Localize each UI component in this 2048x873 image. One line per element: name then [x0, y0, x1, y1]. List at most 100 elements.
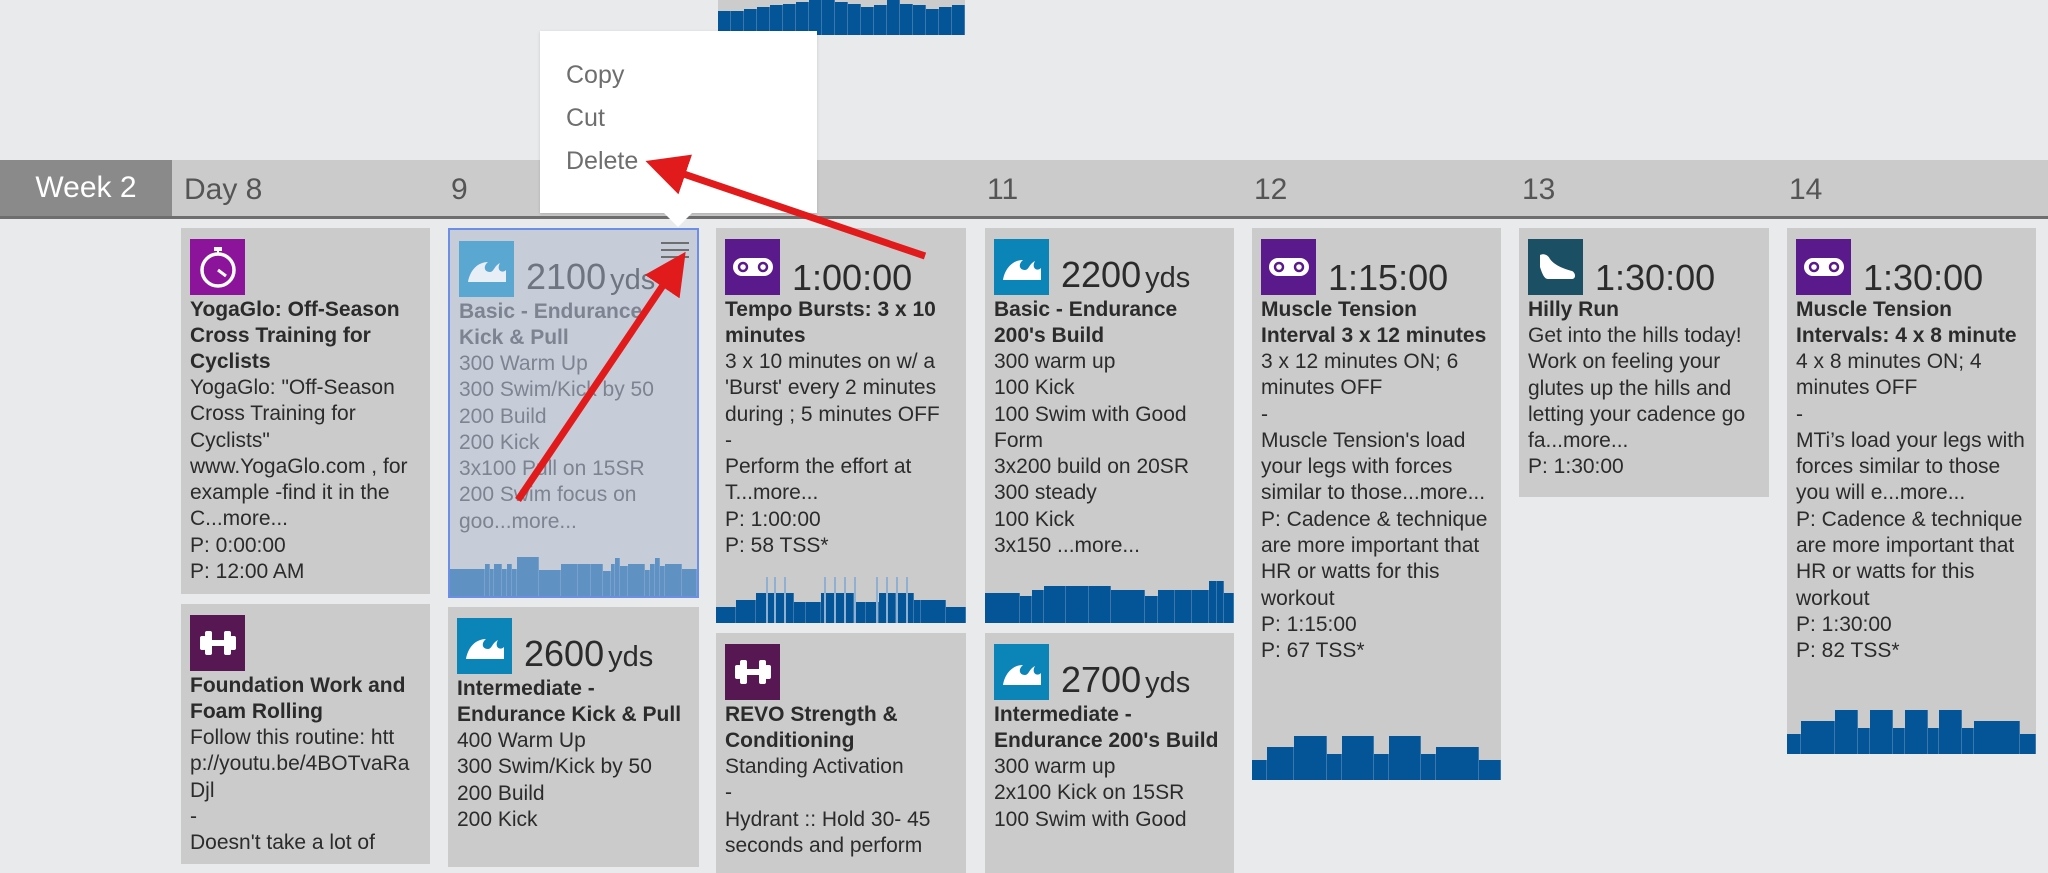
running-shoe-icon	[1528, 239, 1583, 295]
intensity-bar	[450, 568, 485, 596]
workout-card[interactable]: 2200 yds Basic - Endurance 200's Build 30…	[985, 228, 1234, 623]
workout-title: Foundation Work and Foam Rolling	[190, 674, 406, 723]
intensity-bar	[809, 0, 822, 35]
workout-card[interactable]: 1:00:00 Tempo Bursts: 3 x 10 minutes 3 x…	[716, 228, 966, 623]
intensity-bar	[1216, 580, 1225, 623]
day-label-11: 11	[987, 173, 1019, 206]
intensity-bar	[1110, 589, 1146, 623]
workout-description: 4 x 8 minutes ON; 4 minutes OFF - MTi’s …	[1796, 350, 2025, 505]
intensity-bar	[1031, 589, 1045, 623]
intensity-bar	[1904, 710, 1928, 754]
workout-duration: 1:30:00	[1863, 257, 1984, 298]
dumbbell-icon	[190, 615, 245, 671]
intensity-bar	[874, 5, 887, 35]
intensity-bar	[913, 600, 921, 623]
intensity-bar	[1388, 736, 1422, 780]
workout-description: Standing Activation - Hydrant :: Hold 30…	[725, 755, 931, 857]
burst-spike	[833, 577, 836, 623]
workout-intensity-chart	[1787, 710, 2036, 754]
menu-item-delete[interactable]: Delete	[566, 147, 638, 176]
workout-description: Get into the hills today! Work on feelin…	[1528, 324, 1746, 453]
stopwatch-icon	[190, 239, 245, 295]
intensity-bar	[1858, 727, 1870, 754]
intensity-bar	[1192, 589, 1210, 623]
workout-menu-button[interactable]	[661, 242, 689, 260]
bike-chain-icon	[1796, 239, 1851, 295]
intensity-bar	[1088, 586, 1111, 623]
intensity-bar	[985, 593, 1020, 623]
intensity-bar	[793, 602, 806, 623]
intensity-bar	[578, 564, 591, 596]
workout-distance: 2100 yds	[526, 256, 656, 297]
intensity-bar	[627, 564, 646, 596]
workout-card[interactable]: 1:30:00 Hilly Run Get into the hills tod…	[1519, 228, 1769, 497]
intensity-bar	[896, 593, 914, 623]
intensity-bar	[603, 571, 611, 596]
intensity-bar	[1973, 721, 2020, 754]
intensity-bar	[1224, 593, 1234, 623]
day-label-14: 14	[1789, 173, 1823, 206]
menu-item-copy[interactable]: Copy	[566, 61, 624, 90]
day-label-8: Day 8	[184, 173, 263, 206]
intensity-bar	[1044, 586, 1067, 623]
intensity-bar	[1787, 734, 1801, 754]
workout-intensity-chart	[1252, 736, 1501, 780]
workout-title: Muscle Tension Interval 3 x 12 minutes	[1261, 298, 1487, 347]
intensity-bar	[1421, 753, 1437, 780]
intensity-bar	[939, 7, 952, 35]
intensity-bar	[1835, 710, 1859, 754]
intensity-bar	[1252, 760, 1267, 780]
burst-spike	[773, 577, 776, 623]
burst-spike	[823, 577, 826, 623]
intensity-bar	[1326, 753, 1342, 780]
burst-spike	[843, 577, 846, 623]
intensity-bar	[538, 570, 562, 596]
workout-card[interactable]: 2700 yds Intermediate - Endurance 200's B…	[985, 633, 1234, 873]
workout-description: 3 x 12 minutes ON; 6 minutes OFF - Muscl…	[1261, 350, 1486, 505]
workout-distance: 2200 yds	[1061, 254, 1191, 295]
workout-title: Intermediate - Endurance 200's Build	[994, 703, 1219, 752]
intensity-bar	[682, 568, 697, 596]
intensity-bar	[926, 8, 939, 35]
intensity-bar	[1209, 580, 1217, 623]
dumbbell-icon	[725, 644, 780, 700]
workout-title: Basic - Endurance Kick & Pull	[459, 300, 643, 349]
intensity-bar	[796, 1, 809, 35]
workout-card[interactable]: 1:15:00 Muscle Tension Interval 3 x 12 m…	[1252, 228, 1501, 780]
context-menu-pointer	[664, 213, 692, 227]
workout-description: 400 Warm Up 300 Swim/Kick by 50 200 Buil…	[457, 729, 652, 831]
workout-card[interactable]: 2600 yds Intermediate - Endurance Kick & …	[448, 607, 699, 867]
day-label-9: 9	[451, 173, 468, 206]
workout-card[interactable]: YogaGlo: Off-Season Cross Training for C…	[181, 228, 430, 594]
workout-card[interactable]: Foundation Work and Foam Rolling Follow …	[181, 604, 430, 864]
week-header: Week 2 Day 8 9 10 11 12 13 14	[0, 160, 2048, 219]
menu-item-cut[interactable]: Cut	[566, 104, 605, 133]
intensity-bar	[1341, 736, 1374, 780]
workout-card[interactable]: 1:30:00 Muscle Tension Intervals: 4 x 8 …	[1787, 228, 2036, 754]
wave-icon	[994, 239, 1049, 295]
workout-duration: 1:00:00	[792, 257, 913, 298]
workout-title: Intermediate - Endurance Kick & Pull	[457, 677, 682, 726]
intensity-bar	[516, 557, 539, 596]
workout-card-selected[interactable]: 2100 yds Basic - Endurance Kick & Pull 30…	[448, 228, 699, 598]
planned-start-time: P: 12:00 AM	[190, 560, 305, 584]
workout-title: Basic - Endurance 200's Build	[994, 298, 1178, 347]
workout-distance: 2600 yds	[524, 633, 654, 674]
intensity-bar	[822, 0, 835, 35]
burst-spike	[876, 577, 878, 623]
intensity-bar	[620, 566, 628, 596]
intensity-bar	[736, 600, 756, 623]
workout-title: REVO Strength & Conditioning	[725, 703, 898, 752]
workout-card[interactable]: REVO Strength & Conditioning Standing Ac…	[716, 633, 966, 873]
planned-notes: P: Cadence & technique are more importan…	[1261, 507, 1488, 610]
intensity-bar	[835, 1, 848, 35]
intensity-bar	[848, 3, 861, 35]
intensity-bar	[887, 0, 900, 35]
intensity-bar	[1157, 589, 1175, 623]
workout-title: Muscle Tension Intervals: 4 x 8 minute	[1796, 298, 2017, 347]
intensity-bar	[861, 7, 874, 35]
intensity-bar	[806, 602, 821, 623]
planned-duration: P: 1:15:00	[1261, 612, 1357, 636]
intensity-bar	[900, 3, 913, 35]
planned-tss: P: 58 TSS*	[725, 534, 829, 558]
